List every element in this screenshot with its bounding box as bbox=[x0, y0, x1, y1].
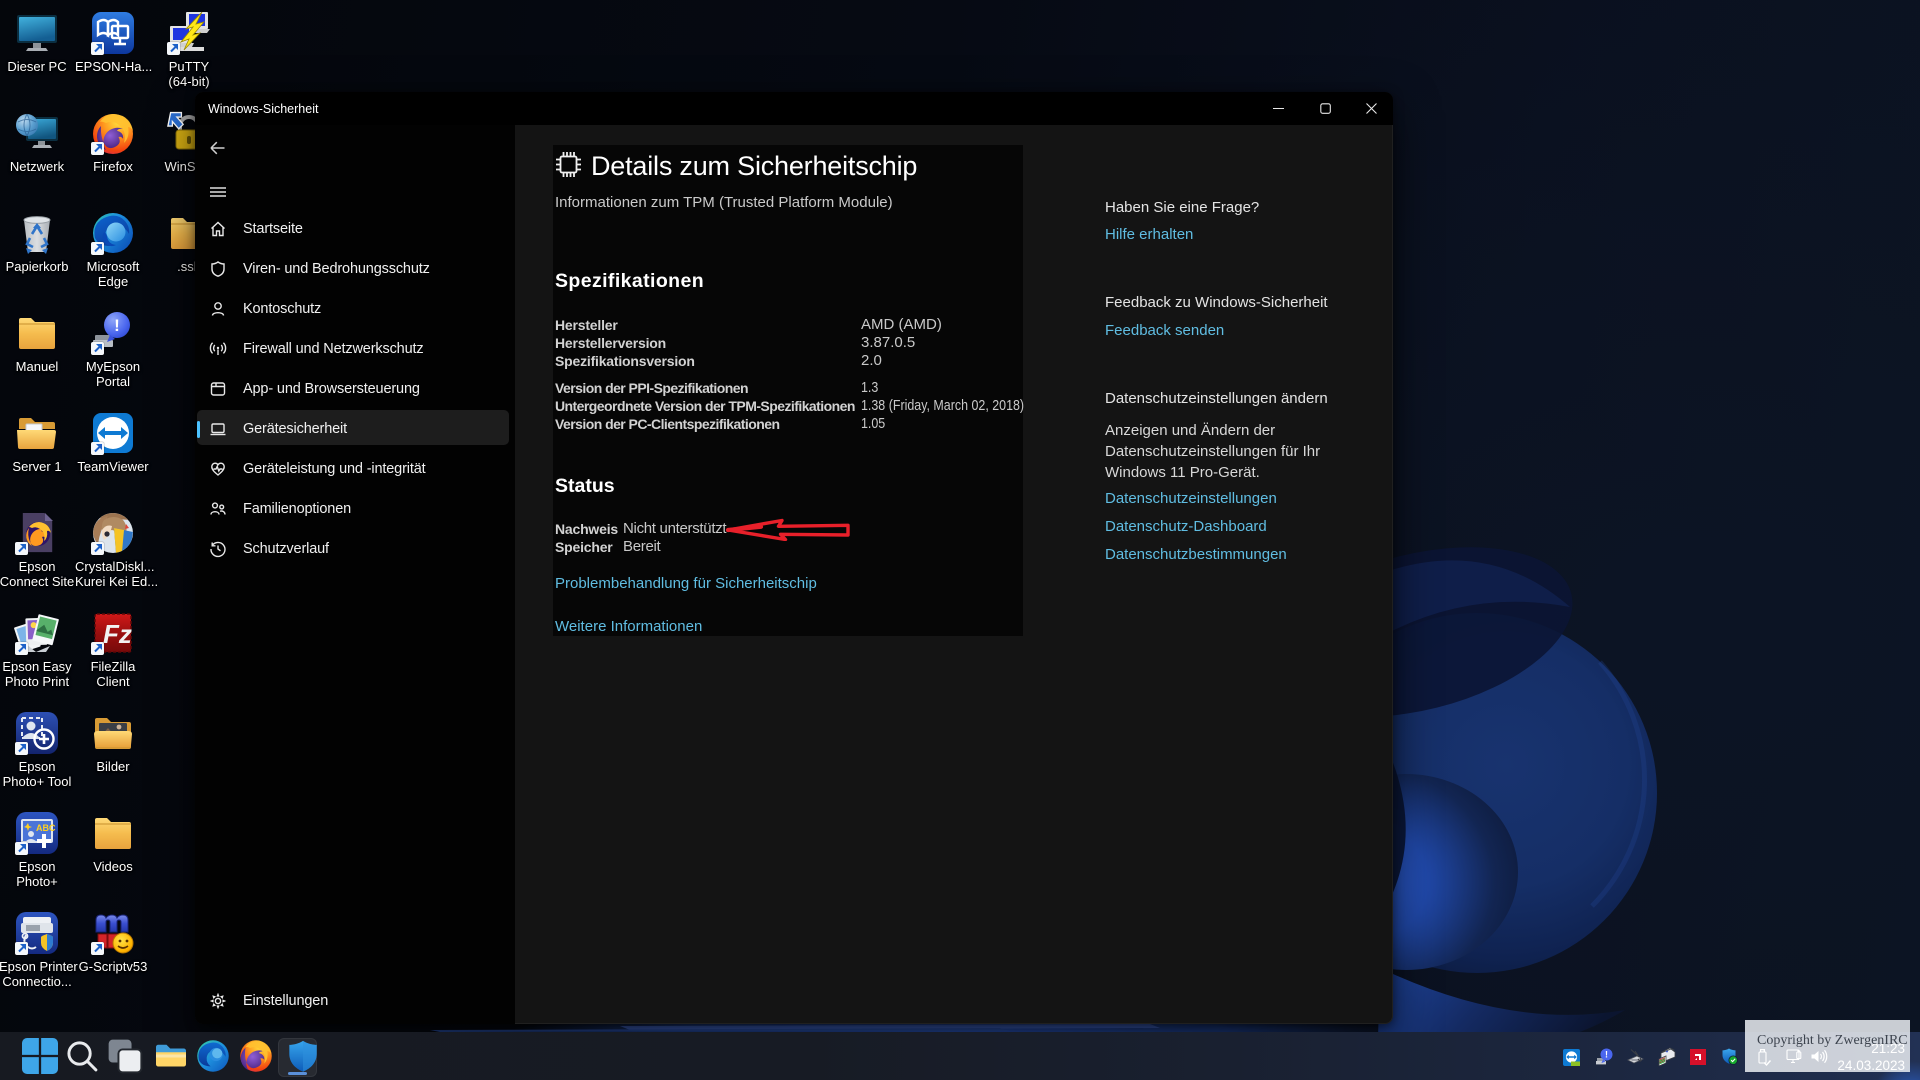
svg-text:!: ! bbox=[1605, 1050, 1608, 1060]
svg-text:ABC: ABC bbox=[36, 823, 56, 833]
svg-text:!: ! bbox=[114, 316, 120, 335]
svg-text:Fz: Fz bbox=[103, 619, 132, 649]
